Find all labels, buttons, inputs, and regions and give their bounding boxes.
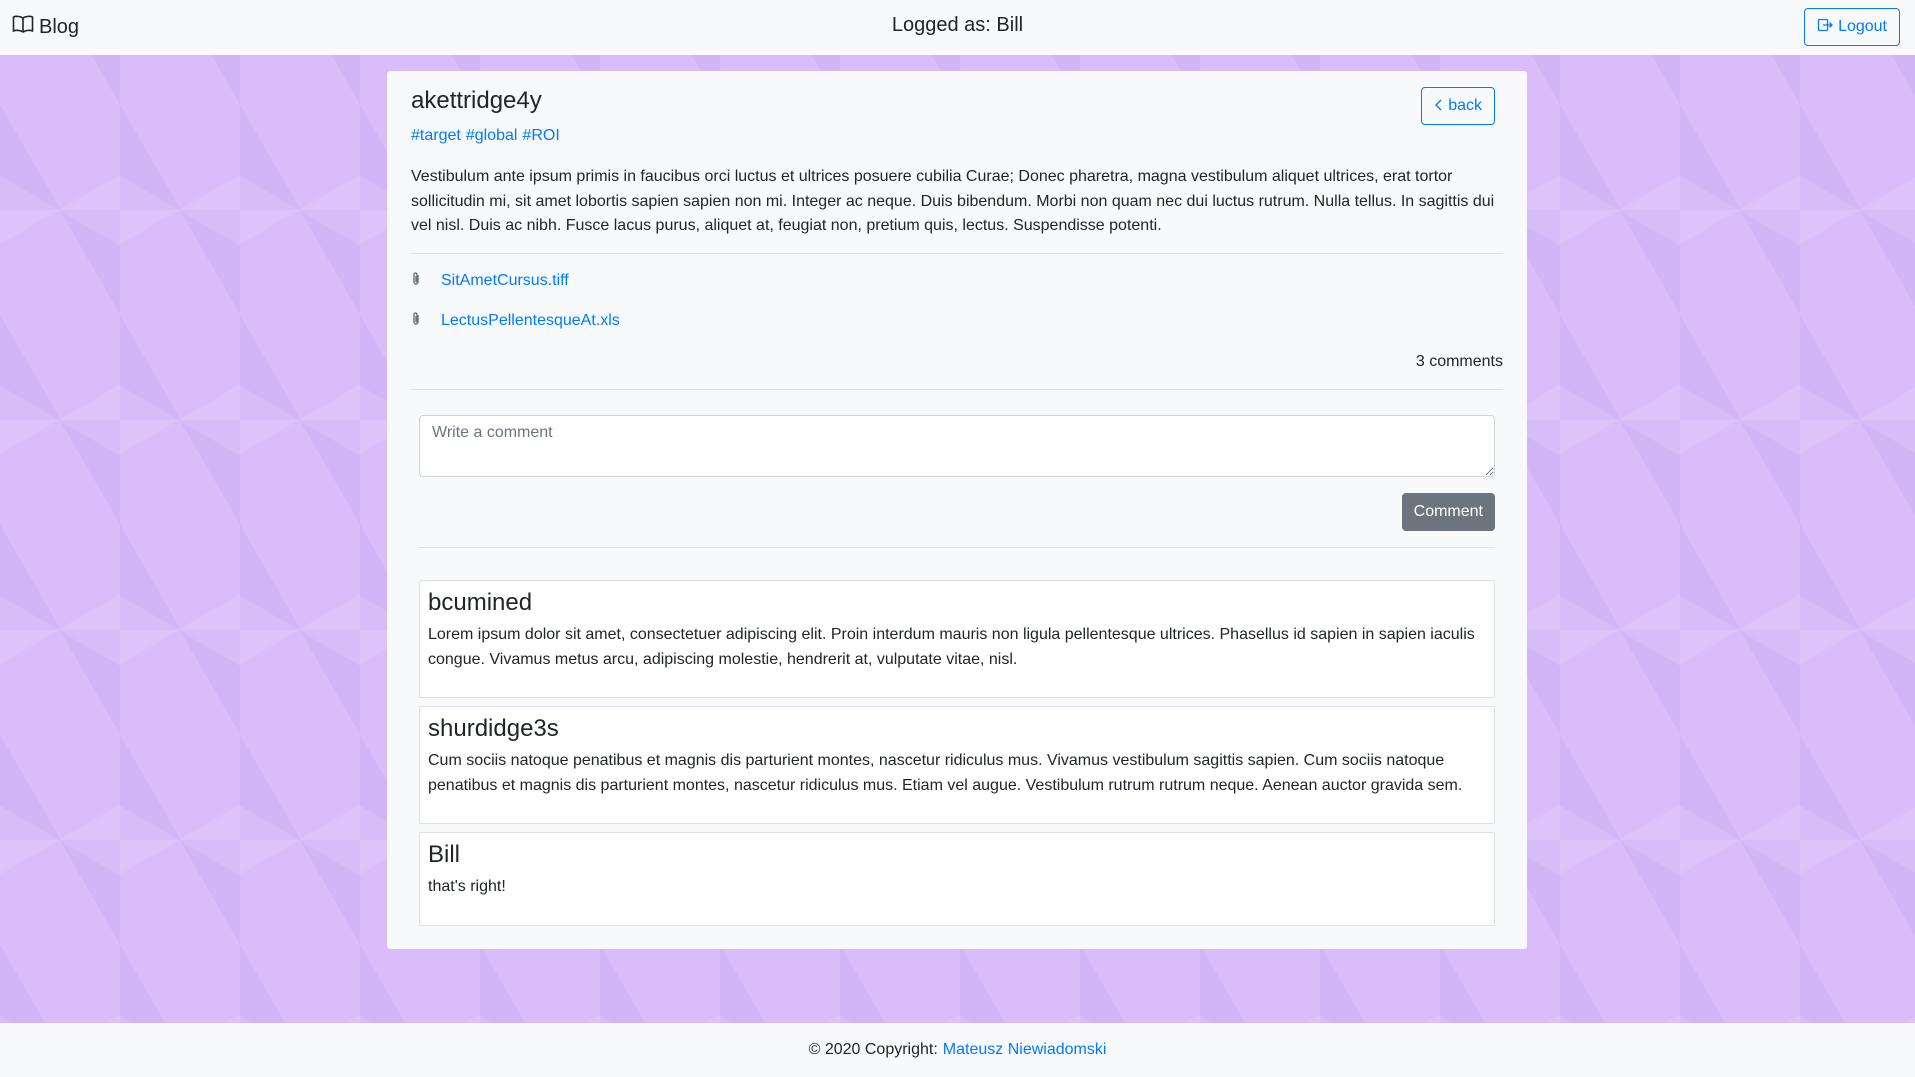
post-title: akettridge4y: [411, 87, 542, 114]
tag-link[interactable]: #target: [411, 127, 461, 144]
divider: [419, 547, 1495, 548]
back-button[interactable]: back: [1421, 87, 1495, 125]
comment-item: shurdidge3s Cum sociis natoque penatibus…: [419, 706, 1495, 824]
divider: [411, 253, 1503, 254]
comment-count: 3 comments: [1415, 353, 1503, 370]
comment-author: Bill: [428, 841, 461, 868]
chevron-left-icon: [1434, 98, 1444, 115]
logout-label: Logout: [1838, 18, 1887, 35]
attachment-link[interactable]: SitAmetCursus.tiff: [441, 272, 569, 290]
comment-text: Cum sociis natoque penatibus et magnis d…: [428, 752, 1463, 794]
comment-author: bcumined: [428, 589, 533, 616]
tag-link[interactable]: #global: [466, 127, 518, 144]
paperclip-icon: [411, 311, 425, 330]
attachment-item: LectusPellentesqueAt.xls: [411, 311, 620, 330]
attachment-link[interactable]: LectusPellentesqueAt.xls: [441, 312, 620, 330]
logout-button[interactable]: Logout: [1804, 8, 1900, 46]
logout-icon: [1817, 17, 1833, 38]
tag-link[interactable]: #ROI: [522, 127, 559, 144]
paperclip-icon: [411, 271, 425, 290]
footer: © 2020 Copyright: Mateusz Niewiadomski: [0, 1023, 1915, 1077]
attachment-item: SitAmetCursus.tiff: [411, 271, 569, 290]
comment-author: shurdidge3s: [428, 715, 559, 742]
comment-text: Lorem ipsum dolor sit amet, consectetuer…: [428, 626, 1475, 668]
comment-text: that's right!: [428, 878, 506, 895]
back-label: back: [1448, 97, 1482, 114]
copyright-text: © 2020 Copyright:: [808, 1041, 938, 1058]
navbar: Blog Logged as: Bill Logout: [0, 0, 1915, 55]
comment-item: bcumined Lorem ipsum dolor sit amet, con…: [419, 580, 1495, 698]
comment-input[interactable]: [419, 415, 1495, 477]
divider: [411, 389, 1503, 390]
comment-item: Bill that's right!: [419, 832, 1495, 926]
logged-user-text: Logged as: Bill: [891, 14, 1024, 36]
author-link[interactable]: Mateusz Niewiadomski: [943, 1041, 1107, 1059]
post-tags: #target #global #ROI: [411, 127, 565, 145]
post-body: Vestibulum ante ipsum primis in faucibus…: [411, 168, 1495, 234]
post-card: akettridge4y back #target #global #ROI Ves…: [387, 71, 1527, 949]
comment-submit-button[interactable]: Comment: [1401, 493, 1495, 531]
